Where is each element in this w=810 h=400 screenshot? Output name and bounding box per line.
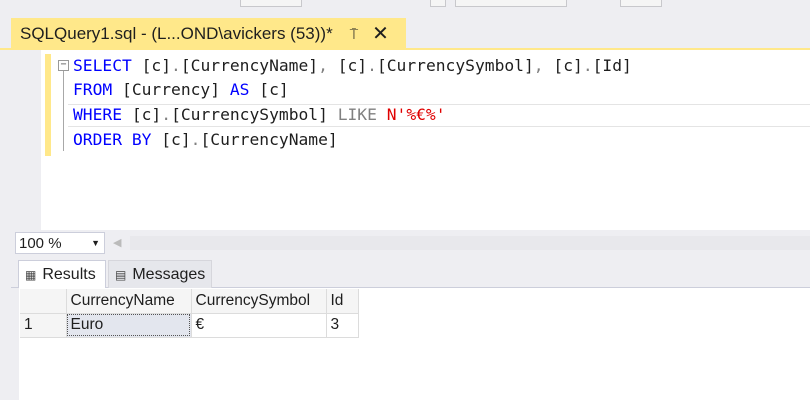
- toolbar-strip: [0, 0, 810, 18]
- grid-icon: ▦: [25, 267, 37, 282]
- code-token: [CurrencySymbol]: [171, 105, 338, 124]
- code-token: [CurrencySymbol]: [376, 56, 534, 75]
- toolbar-control[interactable]: [620, 0, 662, 7]
- zoom-value: 100 %: [19, 234, 62, 252]
- code-token: ,: [318, 56, 338, 75]
- code-token: .: [171, 56, 181, 75]
- code-token: [c]: [131, 105, 162, 124]
- row-header-corner[interactable]: [20, 289, 67, 314]
- code-line[interactable]: ORDER BY [c].[CurrencyName]: [73, 128, 338, 152]
- toolbar-control[interactable]: [455, 0, 567, 7]
- code-token: [c]: [161, 130, 191, 149]
- collapse-icon[interactable]: −: [58, 60, 69, 71]
- toolbar-control[interactable]: [430, 0, 446, 7]
- tab-messages[interactable]: ▤ Messages: [108, 260, 212, 288]
- code-token: AS: [229, 80, 260, 99]
- code-token: .: [367, 56, 377, 75]
- close-icon[interactable]: ✕: [372, 24, 389, 44]
- code-token: WHERE: [73, 105, 132, 124]
- code-token: [Currency]: [122, 80, 230, 99]
- code-token: [CurrencyName]: [200, 130, 338, 149]
- code-line[interactable]: WHERE [c].[CurrencySymbol] LIKE N'%€%': [73, 103, 446, 127]
- column-header[interactable]: CurrencyName: [66, 289, 192, 314]
- code-token: LIKE: [337, 105, 387, 124]
- row-number[interactable]: 1: [20, 313, 67, 338]
- change-indicator: [45, 54, 51, 156]
- code-token: .: [190, 130, 201, 149]
- pin-icon[interactable]: ⍑: [350, 26, 358, 43]
- code-line[interactable]: FROM [Currency] AS [c]: [73, 78, 289, 102]
- document-tab[interactable]: SQLQuery1.sql - (L...OND\avickers (53))*…: [11, 18, 406, 50]
- code-token: [c]: [259, 80, 289, 99]
- toolbar-control[interactable]: [240, 0, 302, 7]
- horizontal-scrollbar[interactable]: [130, 236, 810, 250]
- grid-cell[interactable]: 3: [326, 313, 359, 338]
- code-token: ,: [533, 56, 554, 75]
- fold-guide: [63, 71, 64, 151]
- scroll-left-icon[interactable]: ◀: [113, 236, 121, 249]
- column-header[interactable]: Id: [326, 289, 359, 314]
- grid-margin: [11, 288, 19, 400]
- code-token: [c]: [337, 56, 368, 75]
- code-token: FROM: [73, 80, 123, 99]
- editor-margin: [11, 50, 41, 230]
- code-token: [Id]: [592, 56, 632, 75]
- code-token: ORDER BY: [73, 130, 162, 149]
- code-token: [c]: [553, 56, 583, 75]
- code-token: N'%€%': [386, 105, 446, 124]
- code-token: .: [582, 56, 593, 75]
- code-line[interactable]: SELECT [c].[CurrencyName], [c].[Currency…: [73, 54, 632, 78]
- code-token: SELECT: [73, 56, 142, 75]
- chevron-down-icon: ▼: [91, 238, 100, 248]
- table-row[interactable]: 1 Euro € 3: [20, 313, 359, 338]
- tab-results[interactable]: ▦ Results: [18, 260, 106, 288]
- tab-results-label: Results: [42, 265, 96, 283]
- code-token: .: [161, 105, 172, 124]
- code-token: [CurrencyName]: [180, 56, 319, 75]
- tab-messages-label: Messages: [132, 265, 206, 283]
- tab-title: SQLQuery1.sql - (L...OND\avickers (53))*: [20, 24, 333, 43]
- results-grid[interactable]: CurrencyName CurrencySymbol Id 1 Euro € …: [20, 289, 359, 338]
- column-header[interactable]: CurrencySymbol: [191, 289, 327, 314]
- grid-cell[interactable]: €: [191, 313, 327, 338]
- messages-icon: ▤: [115, 267, 127, 282]
- zoom-select[interactable]: 100 % ▼: [15, 232, 105, 254]
- grid-cell[interactable]: Euro: [66, 313, 192, 338]
- code-token: [c]: [141, 56, 172, 75]
